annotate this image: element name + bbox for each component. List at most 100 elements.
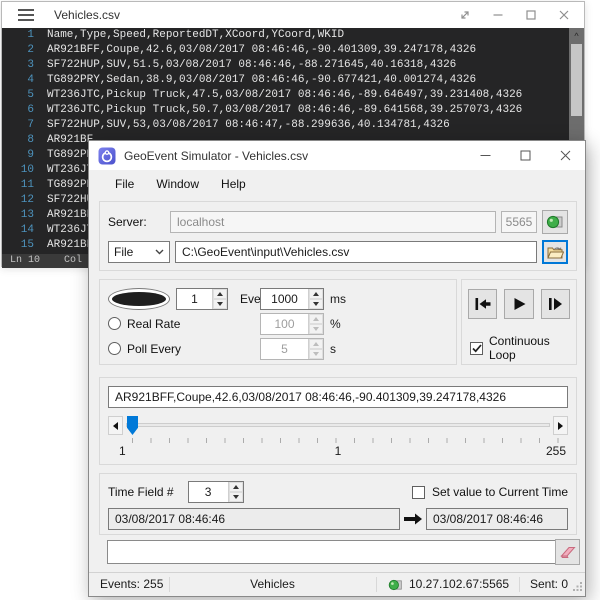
menu-file[interactable]: File [104,173,145,195]
real-rate-spinner[interactable]: 100 [260,313,324,335]
csv-line[interactable]: 3SF722HUP,SUV,51.5,03/08/2017 08:46:46,-… [2,58,584,73]
time-field-label: Time Field # [108,485,174,499]
simulator-statusbar: Events: 255 Vehicles 10.27.102.67:5565 S… [89,572,585,596]
simulator-maximize-icon[interactable] [505,144,545,168]
interval-unit-label: ms [330,292,346,306]
slider-max-label: 255 [546,444,566,458]
spin-up-icon[interactable] [309,289,323,299]
play-button[interactable] [504,289,533,319]
events-count: Events: 255 [100,573,163,596]
spin-down-icon[interactable] [309,324,323,334]
csv-line[interactable]: 7SF722HUP,SUV,53,03/08/2017 08:46:47,-88… [2,118,584,133]
connection-group: Server: localhost 5565 File C:\GeoEvent\… [99,201,577,271]
continuous-loop-label: Continuous Loop [489,334,570,362]
current-event-field[interactable]: AR921BFF,Coupe,42.6,03/08/2017 08:46:46,… [108,386,568,408]
step-forward-button[interactable] [541,289,570,319]
menu-help[interactable]: Help [210,173,257,195]
connect-icon [546,214,564,230]
editor-close-icon[interactable] [558,9,570,21]
server-label: Server: [108,215,170,229]
real-rate-unit-label: % [330,317,341,331]
slider-right-arrow[interactable] [553,416,568,435]
time-to-field[interactable]: 03/08/2017 08:46:46 [426,508,568,530]
server-port-input[interactable]: 5565 [501,211,537,233]
column-indicator: Col [64,254,82,268]
spin-down-icon[interactable] [229,492,243,502]
spin-up-icon[interactable] [309,314,323,324]
simulator-titlebar[interactable]: GeoEvent Simulator - Vehicles.csv [89,141,585,170]
csv-line[interactable]: 2AR921BFF,Coupe,42.6,03/08/2017 08:46:46… [2,43,584,58]
hamburger-menu-icon[interactable] [18,9,34,21]
step-to-start-button[interactable] [468,289,497,319]
interval-spinner[interactable]: 1000 [260,288,324,310]
play-icon [510,296,528,312]
clear-button[interactable] [555,539,580,565]
slider-ticks [132,438,562,443]
slider-thumb[interactable] [127,416,138,435]
resize-grip[interactable] [573,580,583,594]
simulator-close-icon[interactable] [545,144,585,168]
spin-up-icon[interactable] [309,339,323,349]
simulator-minimize-icon[interactable] [465,144,505,168]
file-path-input[interactable]: C:\GeoEvent\input\Vehicles.csv [175,241,537,263]
events-per-radio[interactable] [108,288,170,310]
editor-minimize-icon[interactable] [492,9,504,21]
rate-group: 1 Events Per 1000 ms Real Rate 100 % Pol… [99,279,457,365]
time-field-spinner[interactable]: 3 [188,481,244,503]
real-rate-radio[interactable] [108,317,121,330]
poll-every-radio[interactable] [108,342,121,355]
spin-down-icon[interactable] [309,299,323,309]
menu-window[interactable]: Window [145,173,210,195]
eraser-icon [559,545,577,559]
set-current-time-checkbox[interactable] [412,486,425,499]
csv-line[interactable]: 4TG892PRY,Sedan,38.9,03/08/2017 08:46:46… [2,73,584,88]
real-rate-label: Real Rate [127,317,180,331]
event-slider-group: AR921BFF,Coupe,42.6,03/08/2017 08:46:46,… [99,377,577,465]
menu-bar: File Window Help [89,170,585,197]
check-icon [472,344,482,353]
open-file-button[interactable] [542,240,568,264]
spin-up-icon[interactable] [213,289,227,299]
poll-unit-label: s [330,342,336,356]
editor-titlebar[interactable]: Vehicles.csv [2,2,584,28]
open-folder-icon [547,245,564,259]
poll-spinner[interactable]: 5 [260,338,324,360]
connection-status-icon [388,577,403,600]
server-address: 10.27.102.67:5565 [409,573,509,596]
skip-to-start-icon [473,296,493,312]
slider-track[interactable] [126,423,550,427]
spin-down-icon[interactable] [309,349,323,359]
sent-count: Sent: 0 [530,573,568,596]
server-host-input[interactable]: localhost [170,211,496,233]
scroll-up-icon[interactable]: ^ [569,31,584,41]
csv-line[interactable]: 6WT236JTC,Pickup Truck,50.7,03/08/2017 0… [2,103,584,118]
spin-up-icon[interactable] [229,482,243,492]
chevron-down-icon [155,249,164,255]
connect-button[interactable] [542,210,568,234]
csv-line[interactable]: 5WT236JTC,Pickup Truck,47.5,03/08/2017 0… [2,88,584,103]
geoevent-logo-icon [98,147,116,165]
step-one-event-icon [546,296,564,312]
line-indicator: Ln 10 [10,255,40,266]
spin-down-icon[interactable] [213,299,227,309]
source-type-select[interactable]: File [108,241,170,263]
slider-left-arrow[interactable] [108,416,123,435]
poll-every-label: Poll Every [127,342,181,356]
scrollbar-thumb[interactable] [571,44,582,116]
progress-field [107,540,557,564]
time-field-group: Time Field # 3 Set value to Current Time… [99,473,577,535]
event-slider[interactable] [124,416,552,435]
continuous-loop-checkbox[interactable] [470,342,483,355]
time-from-field[interactable]: 03/08/2017 08:46:46 [108,508,400,530]
feed-name: Vehicles [169,573,376,596]
slider-position-label: 1 [335,444,342,458]
csv-line[interactable]: 1Name,Type,Speed,ReportedDT,XCoord,YCoor… [2,28,584,43]
slider-min-label: 1 [119,444,126,458]
editor-maximize-icon[interactable] [525,9,537,21]
simulator-title: GeoEvent Simulator - Vehicles.csv [124,149,465,163]
editor-title: Vehicles.csv [54,8,459,22]
playback-group: Continuous Loop [461,279,577,365]
editor-fullscreen-icon[interactable] [459,9,471,21]
events-count-spinner[interactable]: 1 [176,288,228,310]
set-current-time-label: Set value to Current Time [432,485,568,499]
